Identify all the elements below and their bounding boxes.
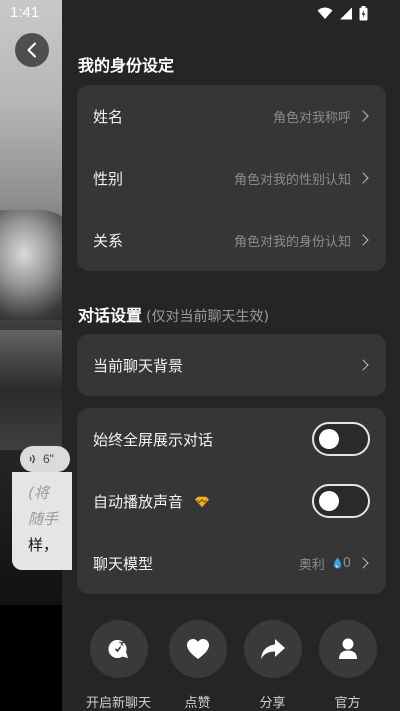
chat-message-bubble: (将 随手 样，	[12, 472, 72, 570]
row-label: 当前聊天背景	[93, 356, 184, 375]
like-action[interactable]: 点赞	[160, 620, 235, 711]
identity-row-gender[interactable]: 性别 角色对我的性别认知	[77, 147, 386, 209]
row-value: 奥利 0	[299, 554, 370, 573]
action-label: 官方	[334, 696, 361, 711]
toggle-knob	[319, 491, 339, 511]
voice-message[interactable]: 6"	[20, 446, 70, 472]
status-time: 1:41	[10, 4, 40, 21]
share-action[interactable]: 分享	[235, 620, 310, 711]
action-bar: 开启新聊天 点赞 分享 官方	[62, 620, 400, 711]
chat-line: (将	[28, 484, 49, 502]
new-chat-action[interactable]: 开启新聊天	[81, 620, 156, 711]
chat-background-row[interactable]: 当前聊天背景	[77, 334, 386, 396]
like-button[interactable]	[168, 620, 227, 678]
row-value: 角色对我称呼	[273, 107, 370, 126]
identity-row-name[interactable]: 姓名 角色对我称呼	[77, 85, 386, 147]
chevron-right-icon	[357, 557, 369, 569]
model-cost-count: 0	[342, 555, 351, 571]
chat-settings-title-text: 对话设置	[78, 306, 143, 325]
new-chat-button[interactable]	[89, 620, 148, 678]
row-value-text: 角色对我的身份认知	[233, 234, 351, 250]
status-icons	[317, 6, 368, 21]
identity-section-title: 我的身份设定	[78, 56, 175, 75]
row-value	[357, 359, 370, 371]
heart-icon	[186, 639, 209, 659]
toggle-knob	[319, 429, 339, 449]
chevron-right-icon	[357, 359, 369, 371]
identity-row-relation[interactable]: 关系 角色对我的身份认知	[77, 209, 386, 271]
row-value-text: 角色对我称呼	[272, 110, 351, 126]
action-label: 分享	[259, 696, 286, 711]
identity-card: 姓名 角色对我称呼 性别 角色对我的性别认知 关系 角色对我的身份认知	[77, 85, 386, 271]
autoplay-row: 自动播放声音	[77, 470, 386, 532]
share-button[interactable]	[243, 620, 302, 678]
row-label: 聊天模型	[93, 554, 154, 573]
chat-settings-title: 对话设置 (仅对当前聊天生效)	[78, 302, 269, 326]
battery-icon	[359, 6, 368, 21]
background-card: 当前聊天背景	[77, 334, 386, 396]
car-image-lower	[0, 330, 70, 450]
row-label: 性别	[93, 169, 124, 188]
settings-panel: 我的身份设定 姓名 角色对我称呼 性别 角色对我的性别认知 关系 角色对我的身份…	[62, 0, 400, 711]
chat-options-card: 始终全屏展示对话 自动播放声音 聊天模型 奥利 0	[77, 408, 386, 594]
row-value: 角色对我的性别认知	[234, 169, 370, 188]
water-drop-icon	[333, 557, 341, 569]
chevron-right-icon	[357, 172, 369, 184]
autoplay-label: 自动播放声音	[93, 492, 184, 511]
share-icon	[260, 639, 285, 659]
chat-line: 样，	[28, 536, 59, 554]
chevron-right-icon	[357, 110, 369, 122]
background-bottom	[0, 605, 70, 711]
sound-wave-icon	[29, 454, 35, 464]
fullscreen-toggle[interactable]	[312, 422, 370, 456]
voice-duration: 6"	[43, 452, 54, 466]
chat-model-row[interactable]: 聊天模型 奥利 0	[77, 532, 386, 594]
official-action[interactable]: 官方	[310, 620, 385, 711]
model-cost: 0	[333, 556, 351, 571]
status-bar: 1:41	[0, 0, 400, 28]
fullscreen-row: 始终全屏展示对话	[77, 408, 386, 470]
row-value-text: 角色对我的性别认知	[233, 172, 351, 188]
action-label: 点赞	[184, 696, 211, 711]
chevron-left-icon	[27, 42, 36, 58]
row-label: 自动播放声音	[93, 491, 210, 512]
autoplay-toggle[interactable]	[312, 484, 370, 518]
new-chat-icon	[108, 638, 128, 658]
row-label: 关系	[93, 231, 124, 250]
vip-gem-icon	[194, 496, 209, 508]
row-label: 姓名	[93, 107, 124, 126]
chevron-right-icon	[357, 234, 369, 246]
back-button[interactable]	[15, 33, 49, 67]
chat-settings-subtitle: (仅对当前聊天生效)	[146, 309, 269, 325]
wifi-icon	[317, 7, 333, 19]
official-button[interactable]	[318, 620, 377, 678]
signal-icon	[340, 7, 352, 20]
model-name: 奥利	[298, 557, 325, 573]
profile-icon	[338, 638, 357, 659]
row-value: 角色对我的身份认知	[234, 231, 370, 250]
row-label: 始终全屏展示对话	[93, 430, 214, 449]
chat-line: 随手	[28, 510, 59, 528]
action-label: 开启新聊天	[85, 696, 151, 711]
